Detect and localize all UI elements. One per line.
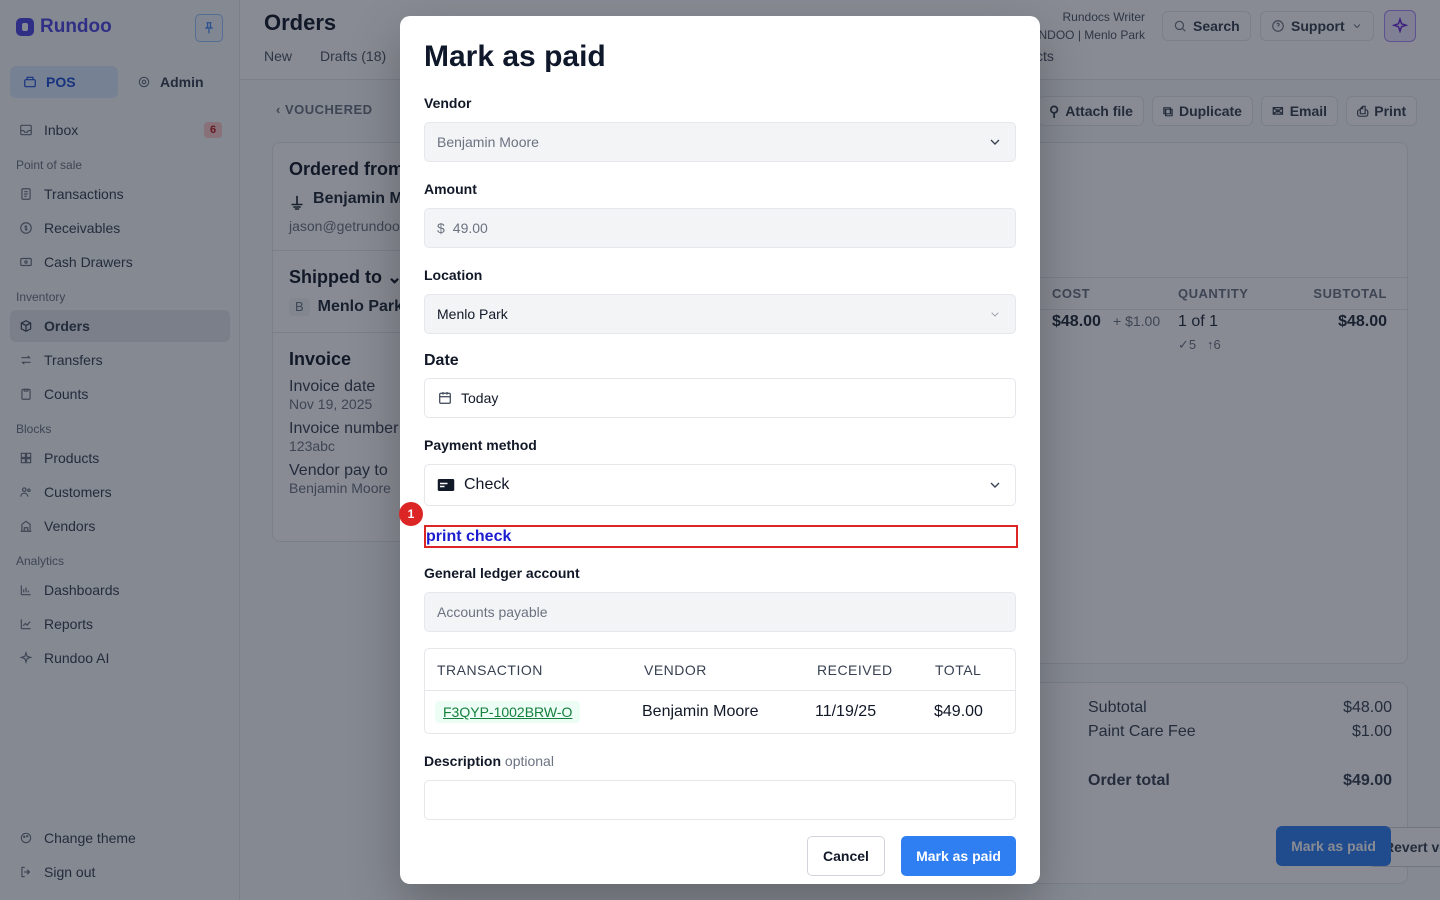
row-vendor: Benjamin Moore [642, 703, 759, 720]
row-received: 11/19/25 [815, 703, 877, 720]
check-card-icon [437, 479, 455, 491]
chevron-down-icon [990, 139, 1000, 145]
currency-prefix: $ [437, 220, 445, 236]
chevron-down-icon [991, 312, 999, 317]
chevron-down-icon [990, 482, 1000, 488]
date-picker[interactable]: Today [424, 378, 1016, 418]
gl-account-field[interactable]: Accounts payable [424, 592, 1016, 632]
gl-account-placeholder: Accounts payable [437, 604, 548, 620]
amount-label: Amount [424, 181, 477, 197]
amount-field[interactable]: $ 49.00 [424, 208, 1016, 248]
description-label: Description optional [424, 753, 554, 769]
col-total: TOTAL [935, 661, 982, 678]
table-row: F3QYP-1002BRW-O Benjamin Moore 11/19/25 … [425, 691, 1015, 733]
vendor-label: Vendor [424, 95, 472, 111]
payment-method-value: Check [464, 476, 510, 493]
payment-method-label: Payment method [424, 437, 537, 453]
row-total: $49.00 [934, 703, 983, 720]
transaction-link[interactable]: F3QYP-1002BRW-O [435, 701, 581, 723]
modal-title: Mark as paid [424, 40, 606, 73]
cancel-label: Cancel [823, 848, 869, 864]
gl-account-label: General ledger account [424, 565, 580, 581]
date-label: Date [424, 352, 459, 369]
transaction-table: TRANSACTION VENDOR RECEIVED TOTAL F3QYP-… [424, 648, 1016, 734]
mark-as-paid-modal: Mark as paid Vendor Benjamin Moore Amoun… [399, 16, 1040, 884]
description-label-text: Description [424, 753, 502, 769]
payment-method-select[interactable]: Check [424, 464, 1016, 506]
calendar-icon [439, 392, 451, 404]
annotation-marker: 1 [399, 502, 423, 526]
location-label: Location [424, 267, 483, 283]
transaction-table-header: TRANSACTION VENDOR RECEIVED TOTAL [425, 649, 1015, 691]
date-value: Today [461, 390, 499, 406]
location-select-value: Menlo Park [437, 306, 508, 322]
amount-value: 49.00 [452, 220, 488, 236]
vendor-select-value: Benjamin Moore [437, 134, 539, 150]
mark-as-paid-button[interactable]: Mark as paid [901, 836, 1016, 876]
location-select[interactable]: Menlo Park [424, 294, 1016, 334]
col-transaction: TRANSACTION [437, 661, 543, 678]
vendor-select[interactable]: Benjamin Moore [424, 122, 1016, 162]
optional-hint: optional [504, 753, 554, 769]
mark-as-paid-label: Mark as paid [916, 848, 1001, 864]
cancel-button[interactable]: Cancel [807, 836, 885, 876]
col-vendor: VENDOR [644, 661, 707, 678]
print-check-link[interactable]: print check [424, 525, 1018, 548]
description-input[interactable] [424, 780, 1016, 820]
col-received: RECEIVED [817, 661, 893, 678]
